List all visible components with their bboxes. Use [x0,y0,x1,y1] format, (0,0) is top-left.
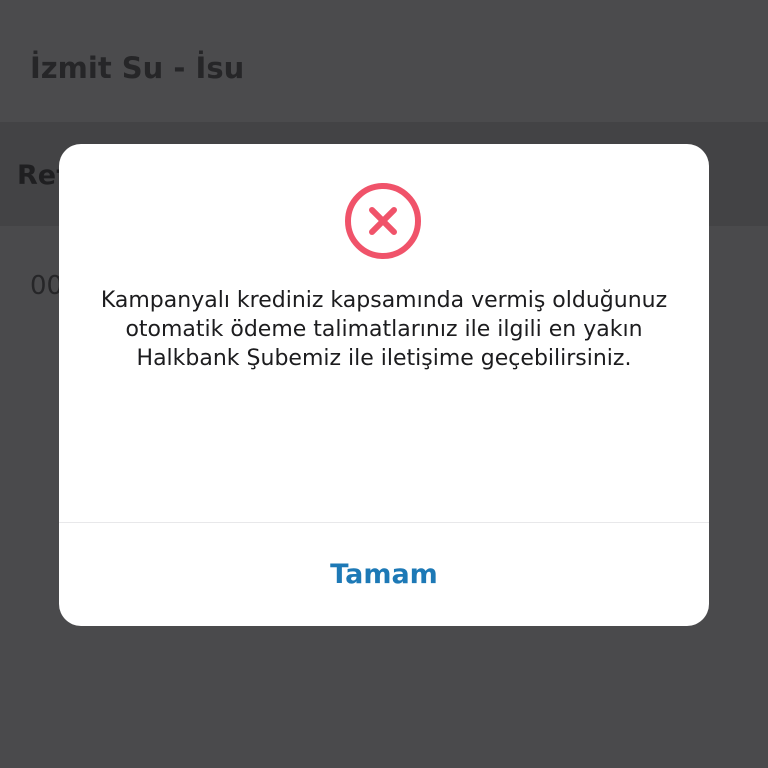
error-dialog: Kampanyalı krediniz kapsamında vermiş ol… [59,144,709,626]
page-header: İzmit Su - İsu [0,0,768,122]
page-title: İzmit Su - İsu [30,51,245,85]
ok-button[interactable]: Tamam [59,523,709,626]
error-x-circle-icon [345,183,421,259]
dialog-message: Kampanyalı krediniz kapsamında vermiş ol… [100,288,668,371]
